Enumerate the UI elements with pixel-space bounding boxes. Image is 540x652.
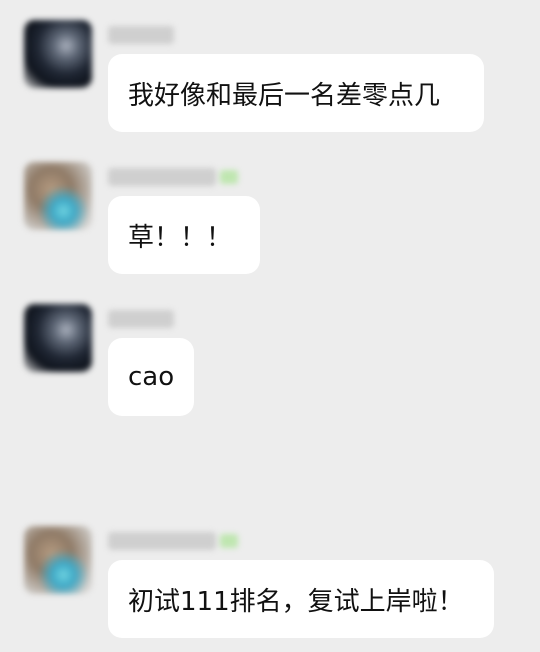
message-bubble[interactable]: cao — [108, 338, 194, 416]
sender-avatar[interactable] — [24, 304, 92, 372]
sender-avatar[interactable] — [24, 20, 92, 88]
chat-message-list: 我好像和最后一名差零点几 草！！！ cao 初试111排名，复试上岸啦！ — [0, 0, 540, 652]
sender-name-blurred — [108, 168, 238, 186]
sender-badge-icon — [220, 534, 238, 548]
message-bubble[interactable]: 初试111排名，复试上岸啦！ — [108, 560, 494, 638]
sender-badge-icon — [220, 170, 238, 184]
message-bubble[interactable]: 草！！！ — [108, 196, 260, 274]
sender-avatar[interactable] — [24, 526, 92, 594]
sender-name-blurred — [108, 310, 174, 328]
message-bubble[interactable]: 我好像和最后一名差零点几 — [108, 54, 484, 132]
sender-avatar[interactable] — [24, 162, 92, 230]
sender-name-blurred — [108, 532, 238, 550]
sender-name-blurred — [108, 26, 174, 44]
